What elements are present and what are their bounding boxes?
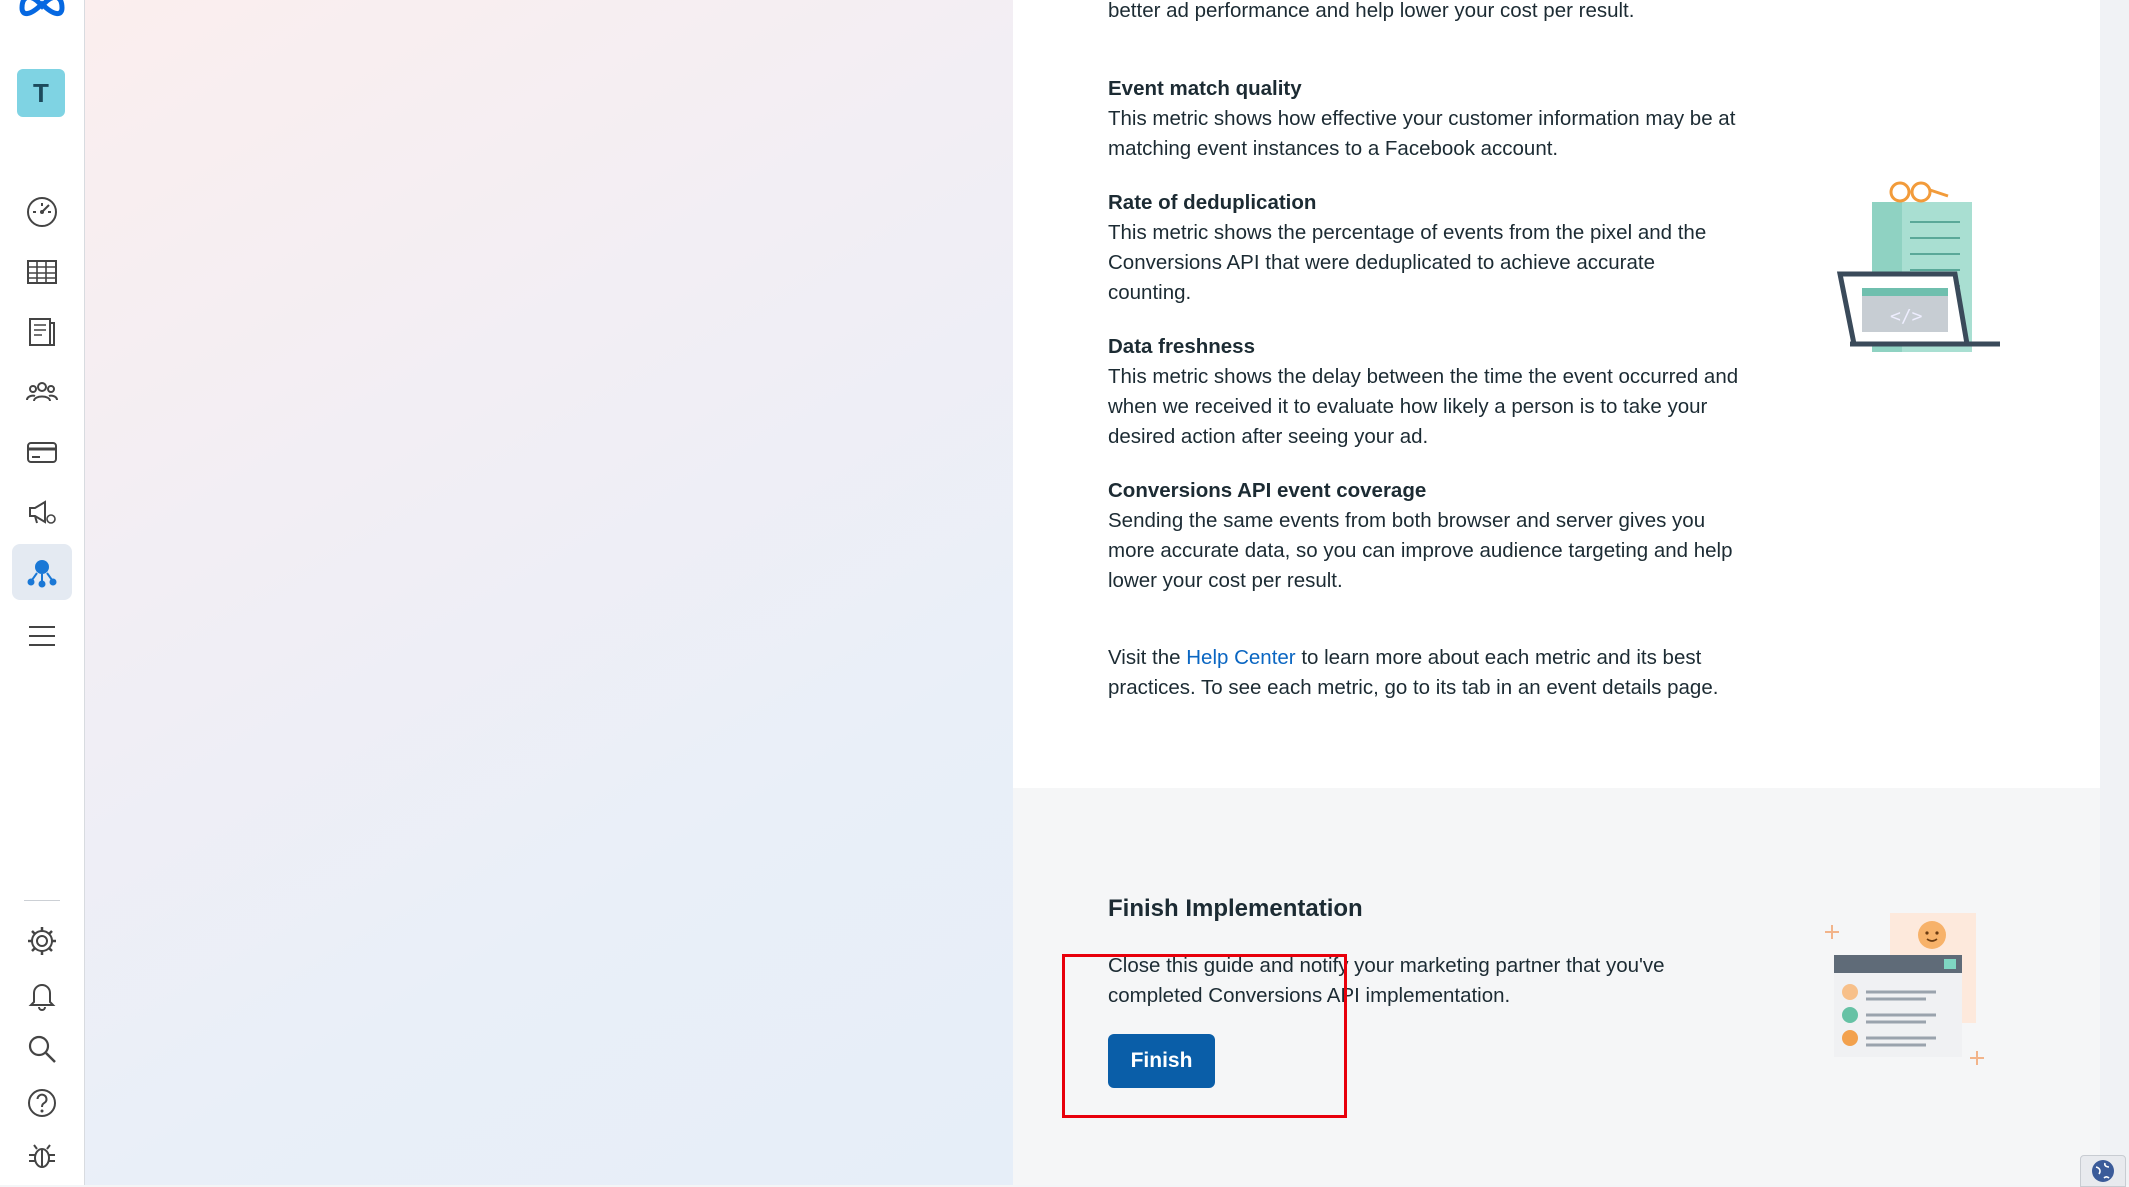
finish-section-title: Finish Implementation [1108, 895, 1363, 922]
nav-item-dashboard[interactable] [12, 184, 72, 240]
svg-text:</>: </> [1890, 306, 1923, 327]
nav-item-menu[interactable] [12, 608, 72, 664]
nav-item-table[interactable] [12, 244, 72, 300]
left-nav: T [0, 0, 85, 1185]
nav-item-campaigns[interactable] [12, 484, 72, 540]
metric-event-coverage: Conversions API event coverage Sending t… [1108, 476, 1788, 596]
code-server-illustration: </> [1836, 181, 2000, 352]
help-icon [28, 1089, 56, 1117]
audiences-icon [26, 382, 58, 402]
metric-desc-line: when we received it to evaluate how like… [1108, 395, 1708, 418]
nav-item-search[interactable] [12, 1021, 72, 1077]
metric-desc-line: more accurate data, so you can improve a… [1108, 539, 1733, 562]
metric-desc-line: This metric shows how effective your cus… [1108, 107, 1736, 130]
dashboard-icon [27, 197, 57, 227]
metric-desc-line: counting. [1108, 281, 1192, 304]
metric-desc-line: Conversions API that were deduplicated t… [1108, 251, 1655, 274]
page-background [85, 0, 1013, 1185]
metric-title: Conversions API event coverage [1108, 479, 1427, 502]
events-manager-icon [27, 560, 57, 588]
meta-logo-icon[interactable] [18, 0, 66, 18]
metric-rate-of-deduplication: Rate of deduplication This metric shows … [1108, 188, 1788, 308]
metric-desc-line: This metric shows the delay between the … [1108, 365, 1739, 388]
notifications-icon [28, 984, 56, 1011]
metric-title: Event match quality [1108, 77, 1302, 100]
nav-item-events-manager[interactable] [12, 544, 72, 600]
nav-item-bug-report[interactable] [12, 1128, 72, 1184]
help-center-link[interactable]: Help Center [1186, 646, 1295, 669]
bug-report-icon [29, 1144, 55, 1168]
nav-item-pages[interactable] [12, 304, 72, 360]
highlight-box [1062, 954, 1347, 1118]
intro-tail-text: better ad performance and help lower you… [1108, 0, 1635, 22]
billing-card-icon [27, 442, 57, 463]
nav-item-notifications[interactable] [12, 967, 72, 1023]
metric-desc-line: matching event instances to a Facebook a… [1108, 137, 1559, 160]
nav-item-billing[interactable] [12, 424, 72, 480]
pages-icon [29, 318, 55, 346]
nav-divider [24, 900, 60, 901]
metric-data-freshness: Data freshness This metric shows the del… [1108, 332, 1788, 452]
language-globe-button[interactable] [2080, 1155, 2126, 1187]
nav-item-audiences[interactable] [12, 364, 72, 420]
account-avatar[interactable]: T [17, 69, 65, 117]
metric-title: Rate of deduplication [1108, 191, 1317, 214]
metric-desc-line: desired action after seeing your ad. [1108, 425, 1429, 448]
menu-icon [29, 626, 55, 646]
settings-icon [28, 927, 56, 955]
metric-desc-line: This metric shows the percentage of even… [1108, 221, 1707, 244]
table-icon [27, 260, 57, 284]
metric-event-match-quality: Event match quality This metric shows ho… [1108, 74, 1788, 164]
right-gutter [2100, 0, 2129, 1185]
checklist-illustration [1825, 913, 1984, 1065]
help-center-text: Visit the Help Center to learn more abou… [1108, 646, 1719, 699]
metric-title: Data freshness [1108, 335, 1255, 358]
nav-item-settings[interactable] [12, 913, 72, 969]
globe-icon [2092, 1160, 2114, 1182]
campaign-megaphone-icon [29, 500, 56, 524]
metric-desc-line: Sending the same events from both browse… [1108, 509, 1706, 532]
search-icon [28, 1035, 56, 1063]
metric-desc-line: lower your cost per result. [1108, 569, 1343, 592]
nav-item-help[interactable] [12, 1075, 72, 1131]
